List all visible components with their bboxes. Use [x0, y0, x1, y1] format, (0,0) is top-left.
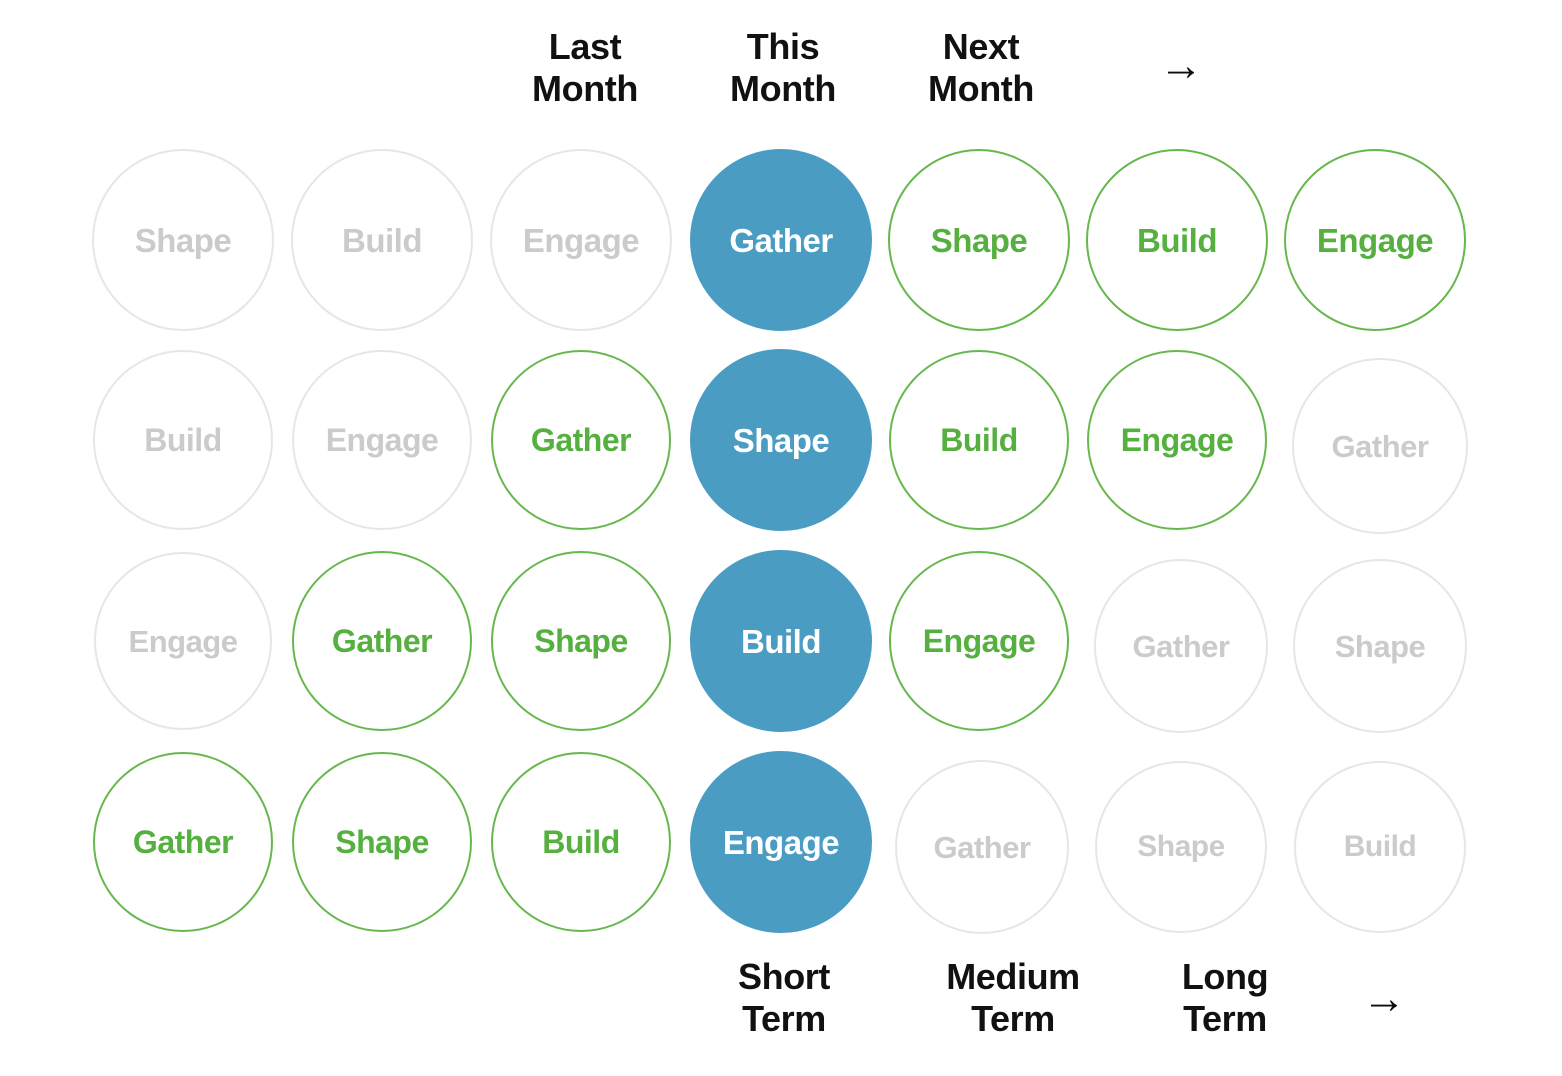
- node-shape-future[interactable]: Shape: [888, 149, 1070, 331]
- node-label: Engage: [1316, 221, 1434, 259]
- node-engage-past[interactable]: Engage: [292, 350, 472, 530]
- node-build-future[interactable]: Build: [1086, 149, 1268, 331]
- node-shape-past[interactable]: Shape: [92, 149, 274, 331]
- node-build-future[interactable]: Build: [889, 350, 1069, 530]
- node-shape-future[interactable]: Shape: [491, 551, 671, 731]
- node-shape-current[interactable]: Shape: [690, 349, 872, 531]
- node-gather-future[interactable]: Gather: [93, 752, 273, 932]
- node-label: Gather: [530, 422, 632, 458]
- node-shape-past[interactable]: Shape: [1095, 761, 1267, 933]
- node-gather-future[interactable]: Gather: [292, 551, 472, 731]
- node-engage-future[interactable]: Engage: [1284, 149, 1466, 331]
- node-label: Gather: [1132, 628, 1230, 664]
- node-label: Shape: [534, 623, 628, 659]
- node-label: Build: [940, 422, 1018, 458]
- node-label: Engage: [722, 823, 840, 861]
- node-label: Build: [542, 824, 620, 860]
- node-label: Shape: [732, 421, 830, 459]
- node-label: Engage: [128, 623, 238, 659]
- node-label: Gather: [331, 623, 433, 659]
- node-gather-past[interactable]: Gather: [1292, 358, 1468, 534]
- node-label: Build: [144, 422, 222, 458]
- node-build-current[interactable]: Build: [690, 550, 872, 732]
- node-label: Build: [1137, 221, 1217, 259]
- node-build-future[interactable]: Build: [491, 752, 671, 932]
- node-gather-past[interactable]: Gather: [895, 760, 1069, 934]
- term-label-long-term: Long Term: [1181, 956, 1269, 1040]
- node-label: Shape: [1334, 628, 1426, 664]
- node-engage-future[interactable]: Engage: [889, 551, 1069, 731]
- node-label: Build: [741, 622, 821, 660]
- node-label: Gather: [933, 829, 1031, 865]
- node-label: Engage: [325, 422, 439, 458]
- node-label: Gather: [729, 221, 833, 259]
- node-label: Shape: [1137, 830, 1225, 863]
- node-gather-future[interactable]: Gather: [491, 350, 671, 530]
- node-build-past[interactable]: Build: [1294, 761, 1466, 933]
- node-engage-past[interactable]: Engage: [94, 552, 272, 730]
- node-engage-past[interactable]: Engage: [490, 149, 672, 331]
- node-label: Engage: [1120, 422, 1234, 458]
- node-label: Gather: [1331, 428, 1429, 464]
- timeline-header-next-month: Next Month: [928, 26, 1034, 110]
- node-label: Shape: [930, 221, 1028, 259]
- term-forward-arrow-icon: →: [1362, 974, 1406, 1023]
- node-shape-future[interactable]: Shape: [292, 752, 472, 932]
- node-shape-past[interactable]: Shape: [1293, 559, 1467, 733]
- node-label: Engage: [922, 623, 1036, 659]
- node-build-past[interactable]: Build: [291, 149, 473, 331]
- node-engage-current[interactable]: Engage: [690, 751, 872, 933]
- timeline-forward-arrow-icon: →: [1159, 41, 1203, 90]
- node-label: Shape: [335, 824, 429, 860]
- node-label: Build: [1343, 830, 1417, 863]
- planning-horizon-matrix: Last Month This Month Next Month → Shape Bu…: [0, 0, 1562, 1076]
- node-build-past[interactable]: Build: [93, 350, 273, 530]
- node-label: Gather: [132, 824, 234, 860]
- node-label: Engage: [522, 221, 640, 259]
- node-engage-future[interactable]: Engage: [1087, 350, 1267, 530]
- node-label: Build: [342, 221, 422, 259]
- node-gather-past[interactable]: Gather: [1094, 559, 1268, 733]
- node-gather-current[interactable]: Gather: [690, 149, 872, 331]
- node-label: Shape: [134, 221, 232, 259]
